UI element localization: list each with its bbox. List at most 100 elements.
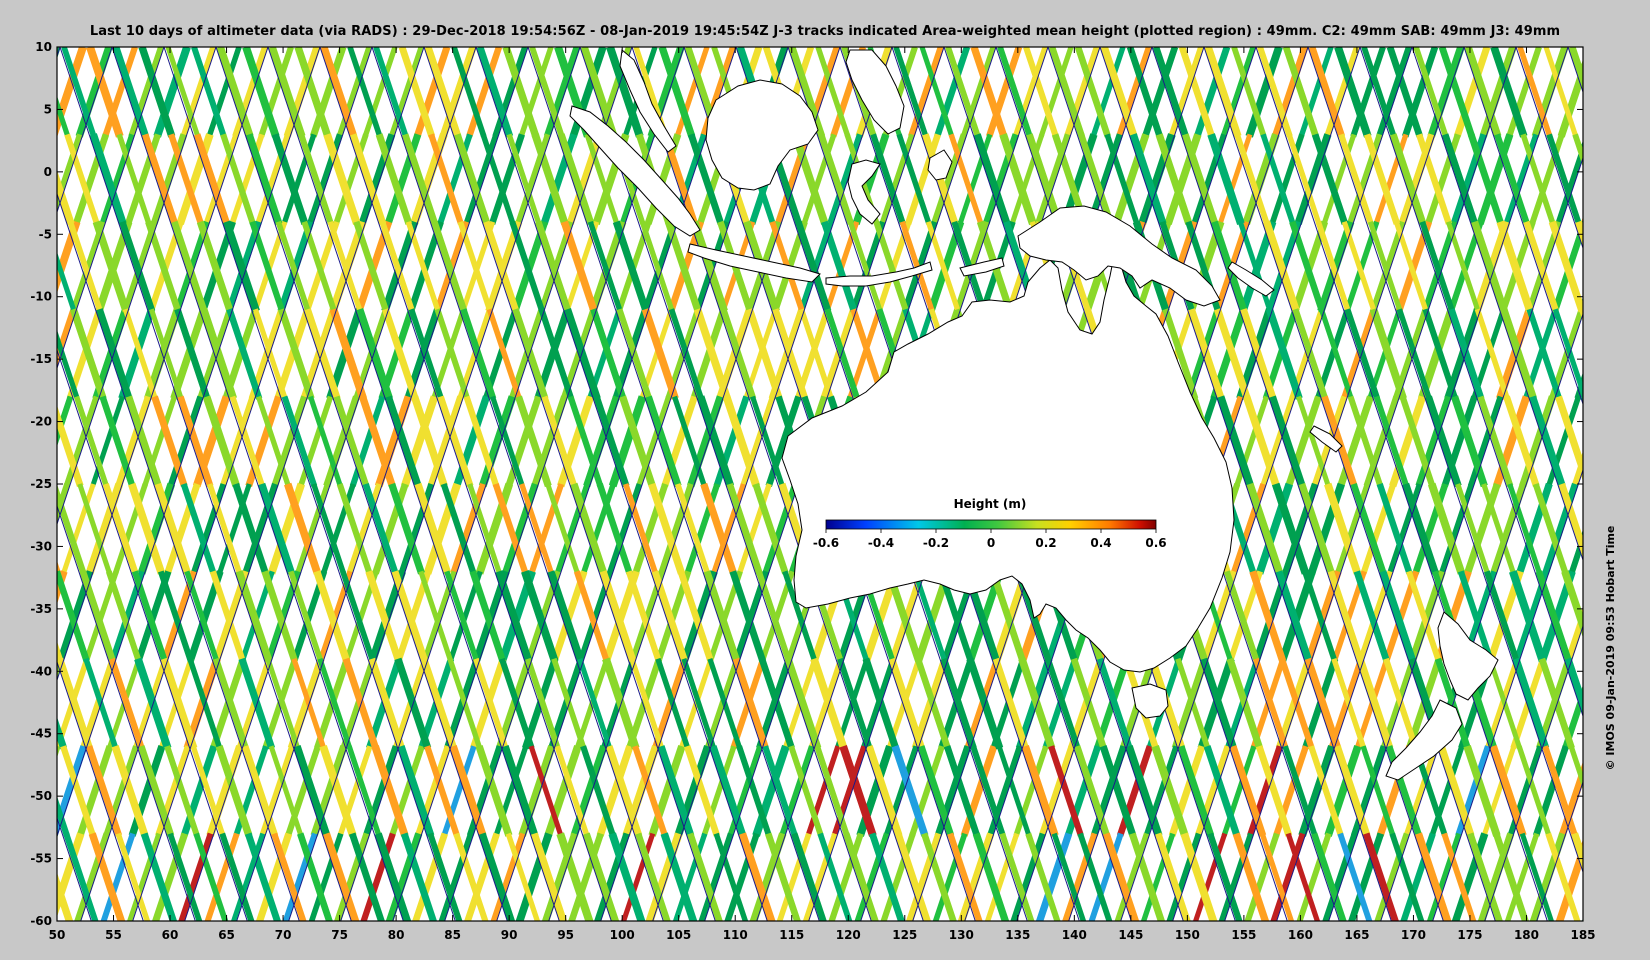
x-tick-label: 135 xyxy=(1005,928,1030,942)
altimeter-track-segment xyxy=(1624,47,1650,136)
colorbar-tick-label: 0.4 xyxy=(1090,536,1111,550)
colorbar-gradient xyxy=(825,519,1157,530)
altimeter-track-segment xyxy=(8,571,38,660)
altimeter-track-segment xyxy=(1611,834,1641,923)
altimeter-track-segment xyxy=(1604,309,1634,398)
altimeter-track-segment xyxy=(15,134,45,223)
x-tick-label: 90 xyxy=(501,928,518,942)
colorbar-tick-label: 0 xyxy=(987,536,995,550)
x-tick-label: 125 xyxy=(892,928,917,942)
x-tick-label: 170 xyxy=(1401,928,1426,942)
x-tick-label: 105 xyxy=(666,928,691,942)
altimeter-track-segment xyxy=(1,47,31,136)
altimeter-track-segment xyxy=(0,397,28,486)
altimeter-track-segment xyxy=(57,560,61,574)
altimeter-track-segment xyxy=(0,222,22,311)
altimeter-track-segment xyxy=(1624,484,1650,573)
y-tick-label: -45 xyxy=(30,727,52,741)
colorbar-tick-label: -0.4 xyxy=(868,536,894,550)
colorbar-tick-label: -0.2 xyxy=(923,536,949,550)
altimeter-track-segment xyxy=(0,134,28,223)
x-tick-label: 75 xyxy=(331,928,348,942)
altimeter-track-segment xyxy=(1611,397,1641,486)
altimeter-track-segment xyxy=(1617,571,1647,660)
altimeter-track-segment xyxy=(0,746,15,835)
altimeter-track-segment xyxy=(1607,309,1637,398)
altimeter-track-segment xyxy=(1601,397,1631,486)
x-tick-label: 55 xyxy=(105,928,122,942)
y-tick-label: -40 xyxy=(30,664,52,678)
y-tick-label: -20 xyxy=(30,415,52,429)
altimeter-track-segment xyxy=(1643,659,1650,748)
altimeter-track-segment xyxy=(0,484,15,573)
altimeter-track-segment xyxy=(57,482,58,486)
altimeter-track-segment xyxy=(1630,222,1650,311)
y-tick-label: -35 xyxy=(30,602,52,616)
altimeter-track-segment xyxy=(0,571,12,660)
y-tick-label: -30 xyxy=(30,539,52,553)
altimeter-track-segment xyxy=(1646,659,1650,748)
x-tick-label: 60 xyxy=(162,928,179,942)
altimeter-track-segment xyxy=(0,309,22,398)
altimeter-track-segment xyxy=(0,397,18,486)
x-tick-label: 95 xyxy=(557,928,574,942)
altimeter-map-figure: 50 55 60 65 70 75 80 85 90 95 100 105 110 115 120 125 13… xyxy=(0,40,1650,942)
altimeter-track-segment xyxy=(2,484,32,573)
altimeter-track-segment xyxy=(1578,296,1583,312)
x-tick-label: 155 xyxy=(1231,928,1256,942)
colorbar-label: Height (m) xyxy=(954,497,1027,511)
x-tick-label: 140 xyxy=(1062,928,1087,942)
x-tick-label: 100 xyxy=(610,928,635,942)
altimeter-track-segment xyxy=(12,47,42,136)
altimeter-track-segment xyxy=(1623,746,1650,835)
altimeter-track-segment xyxy=(57,834,59,839)
altimeter-track-segment xyxy=(15,397,45,486)
altimeter-track-segment xyxy=(5,571,35,660)
altimeter-track-segment xyxy=(1640,484,1650,573)
y-tick-label: 10 xyxy=(35,40,52,54)
y-tick-label: 0 xyxy=(44,165,52,179)
x-tick-label: 180 xyxy=(1514,928,1539,942)
figure-title: Last 10 days of altimeter data (via RADS… xyxy=(89,24,1561,39)
altimeter-track-segment xyxy=(14,834,44,923)
altimeter-track-segment xyxy=(0,659,9,748)
altimeter-track-segment xyxy=(1620,659,1650,748)
altimeter-track-segment xyxy=(1580,216,1583,224)
y-tick-label: -5 xyxy=(39,227,52,241)
altimeter-track-segment xyxy=(1636,134,1650,223)
altimeter-track-segment xyxy=(57,641,64,662)
altimeter-track-segment xyxy=(0,134,19,223)
x-tick-label: 115 xyxy=(779,928,804,942)
altimeter-track-segment xyxy=(0,47,5,136)
altimeter-track-segment xyxy=(0,834,29,923)
y-tick-label: 5 xyxy=(44,102,52,116)
y-tick-label: -50 xyxy=(30,789,52,803)
x-tick-label: 145 xyxy=(1118,928,1143,942)
x-tick-label: 110 xyxy=(723,928,748,942)
altimeter-track-segment xyxy=(0,659,12,748)
x-tick-label: 70 xyxy=(275,928,292,942)
x-tick-label: 165 xyxy=(1344,928,1369,942)
altimeter-track-segment xyxy=(2,746,32,835)
altimeter-track-segment xyxy=(1581,917,1583,921)
altimeter-track-segment xyxy=(0,834,3,923)
credit-text: © IMOS 09-Jan-2019 09:53 Hobart Time xyxy=(1604,525,1617,771)
altimeter-track-segment xyxy=(1601,134,1631,223)
altimeter-track-segment xyxy=(0,309,25,398)
x-tick-label: 80 xyxy=(388,928,405,942)
altimeter-track-segment xyxy=(0,571,9,660)
colorbar-tick-label: 0.2 xyxy=(1035,536,1056,550)
altimeter-track-segment xyxy=(0,134,2,223)
x-tick-label: 175 xyxy=(1457,928,1482,942)
altimeter-track-segment xyxy=(1581,397,1583,404)
altimeter-track-segment xyxy=(1627,134,1650,223)
altimeter-track-segment xyxy=(57,47,61,59)
altimeter-track-segment xyxy=(1643,571,1650,660)
altimeter-track-segment xyxy=(1627,397,1650,486)
x-tick-label: 160 xyxy=(1288,928,1313,942)
x-tick-label: 85 xyxy=(444,928,461,942)
altimeter-track-segment xyxy=(0,47,16,136)
altimeter-track-segment xyxy=(1639,47,1650,136)
y-tick-label: -15 xyxy=(30,352,52,366)
y-tick-label: -10 xyxy=(30,290,52,304)
